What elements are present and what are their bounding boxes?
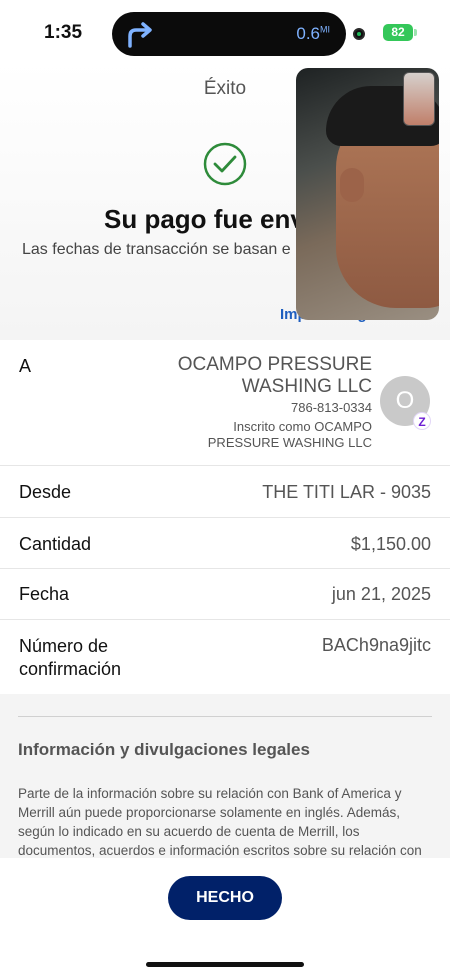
success-title: Su pago fue env	[104, 204, 305, 234]
detail-value: jun 21, 2025	[331, 584, 431, 604]
detail-label: Cantidad	[19, 534, 92, 554]
legal-text: Parte de la información sobre su relació…	[18, 786, 422, 864]
done-button[interactable]: HECHO	[168, 876, 282, 920]
pip-person-ear	[340, 168, 364, 202]
zelle-badge-icon: Z	[413, 412, 431, 430]
detail-row-desde: Desde THE TITI LAR - 9035	[0, 466, 450, 518]
nav-distance: 0.6MI	[296, 24, 330, 43]
recipient-registered-as: Inscrito como OCAMPO PRESSURE WASHING LL…	[207, 419, 372, 450]
home-indicator[interactable]	[146, 962, 304, 967]
recipient-phone: 786-813-0334	[291, 400, 372, 415]
status-time: 1:35	[44, 22, 83, 43]
recipient-label: A	[19, 356, 32, 376]
detail-label: Fecha	[19, 584, 70, 604]
divider	[18, 716, 432, 717]
recipient-row: A OCAMPO PRESSURE WASHING LLC 786-813-03…	[0, 340, 450, 466]
detail-value: BACh9na9jitc	[321, 635, 431, 655]
detail-value: THE TITI LAR - 9035	[262, 482, 431, 502]
detail-row-cantidad: Cantidad $1,150.00	[0, 518, 450, 569]
success-subtitle: Las fechas de transacción se basan e	[22, 241, 291, 258]
detail-label: Desde	[19, 482, 72, 502]
status-bar: 1:35 0.6MI 82	[0, 0, 450, 62]
video-call-pip[interactable]	[296, 68, 439, 320]
battery-icon: 82	[383, 24, 417, 41]
detail-value: $1,150.00	[350, 534, 431, 554]
footer: HECHO	[0, 858, 450, 976]
check-circle-icon	[203, 142, 247, 186]
detail-label: Número de confirmación	[19, 636, 122, 679]
legal-title: Información y divulgaciones legales	[18, 740, 310, 759]
camera-indicator-icon	[353, 28, 365, 40]
turn-right-arrow-icon	[128, 22, 152, 48]
detail-row-fecha: Fecha jun 21, 2025	[0, 569, 450, 620]
legal-section: Información y divulgaciones legales Part…	[0, 694, 450, 864]
recipient-name: OCAMPO PRESSURE WASHING LLC	[177, 354, 372, 397]
pip-self-view[interactable]	[403, 72, 435, 126]
detail-row-confirmacion: Número de confirmación BACh9na9jitc	[0, 620, 450, 694]
dynamic-island-navigation[interactable]: 0.6MI	[112, 12, 346, 56]
